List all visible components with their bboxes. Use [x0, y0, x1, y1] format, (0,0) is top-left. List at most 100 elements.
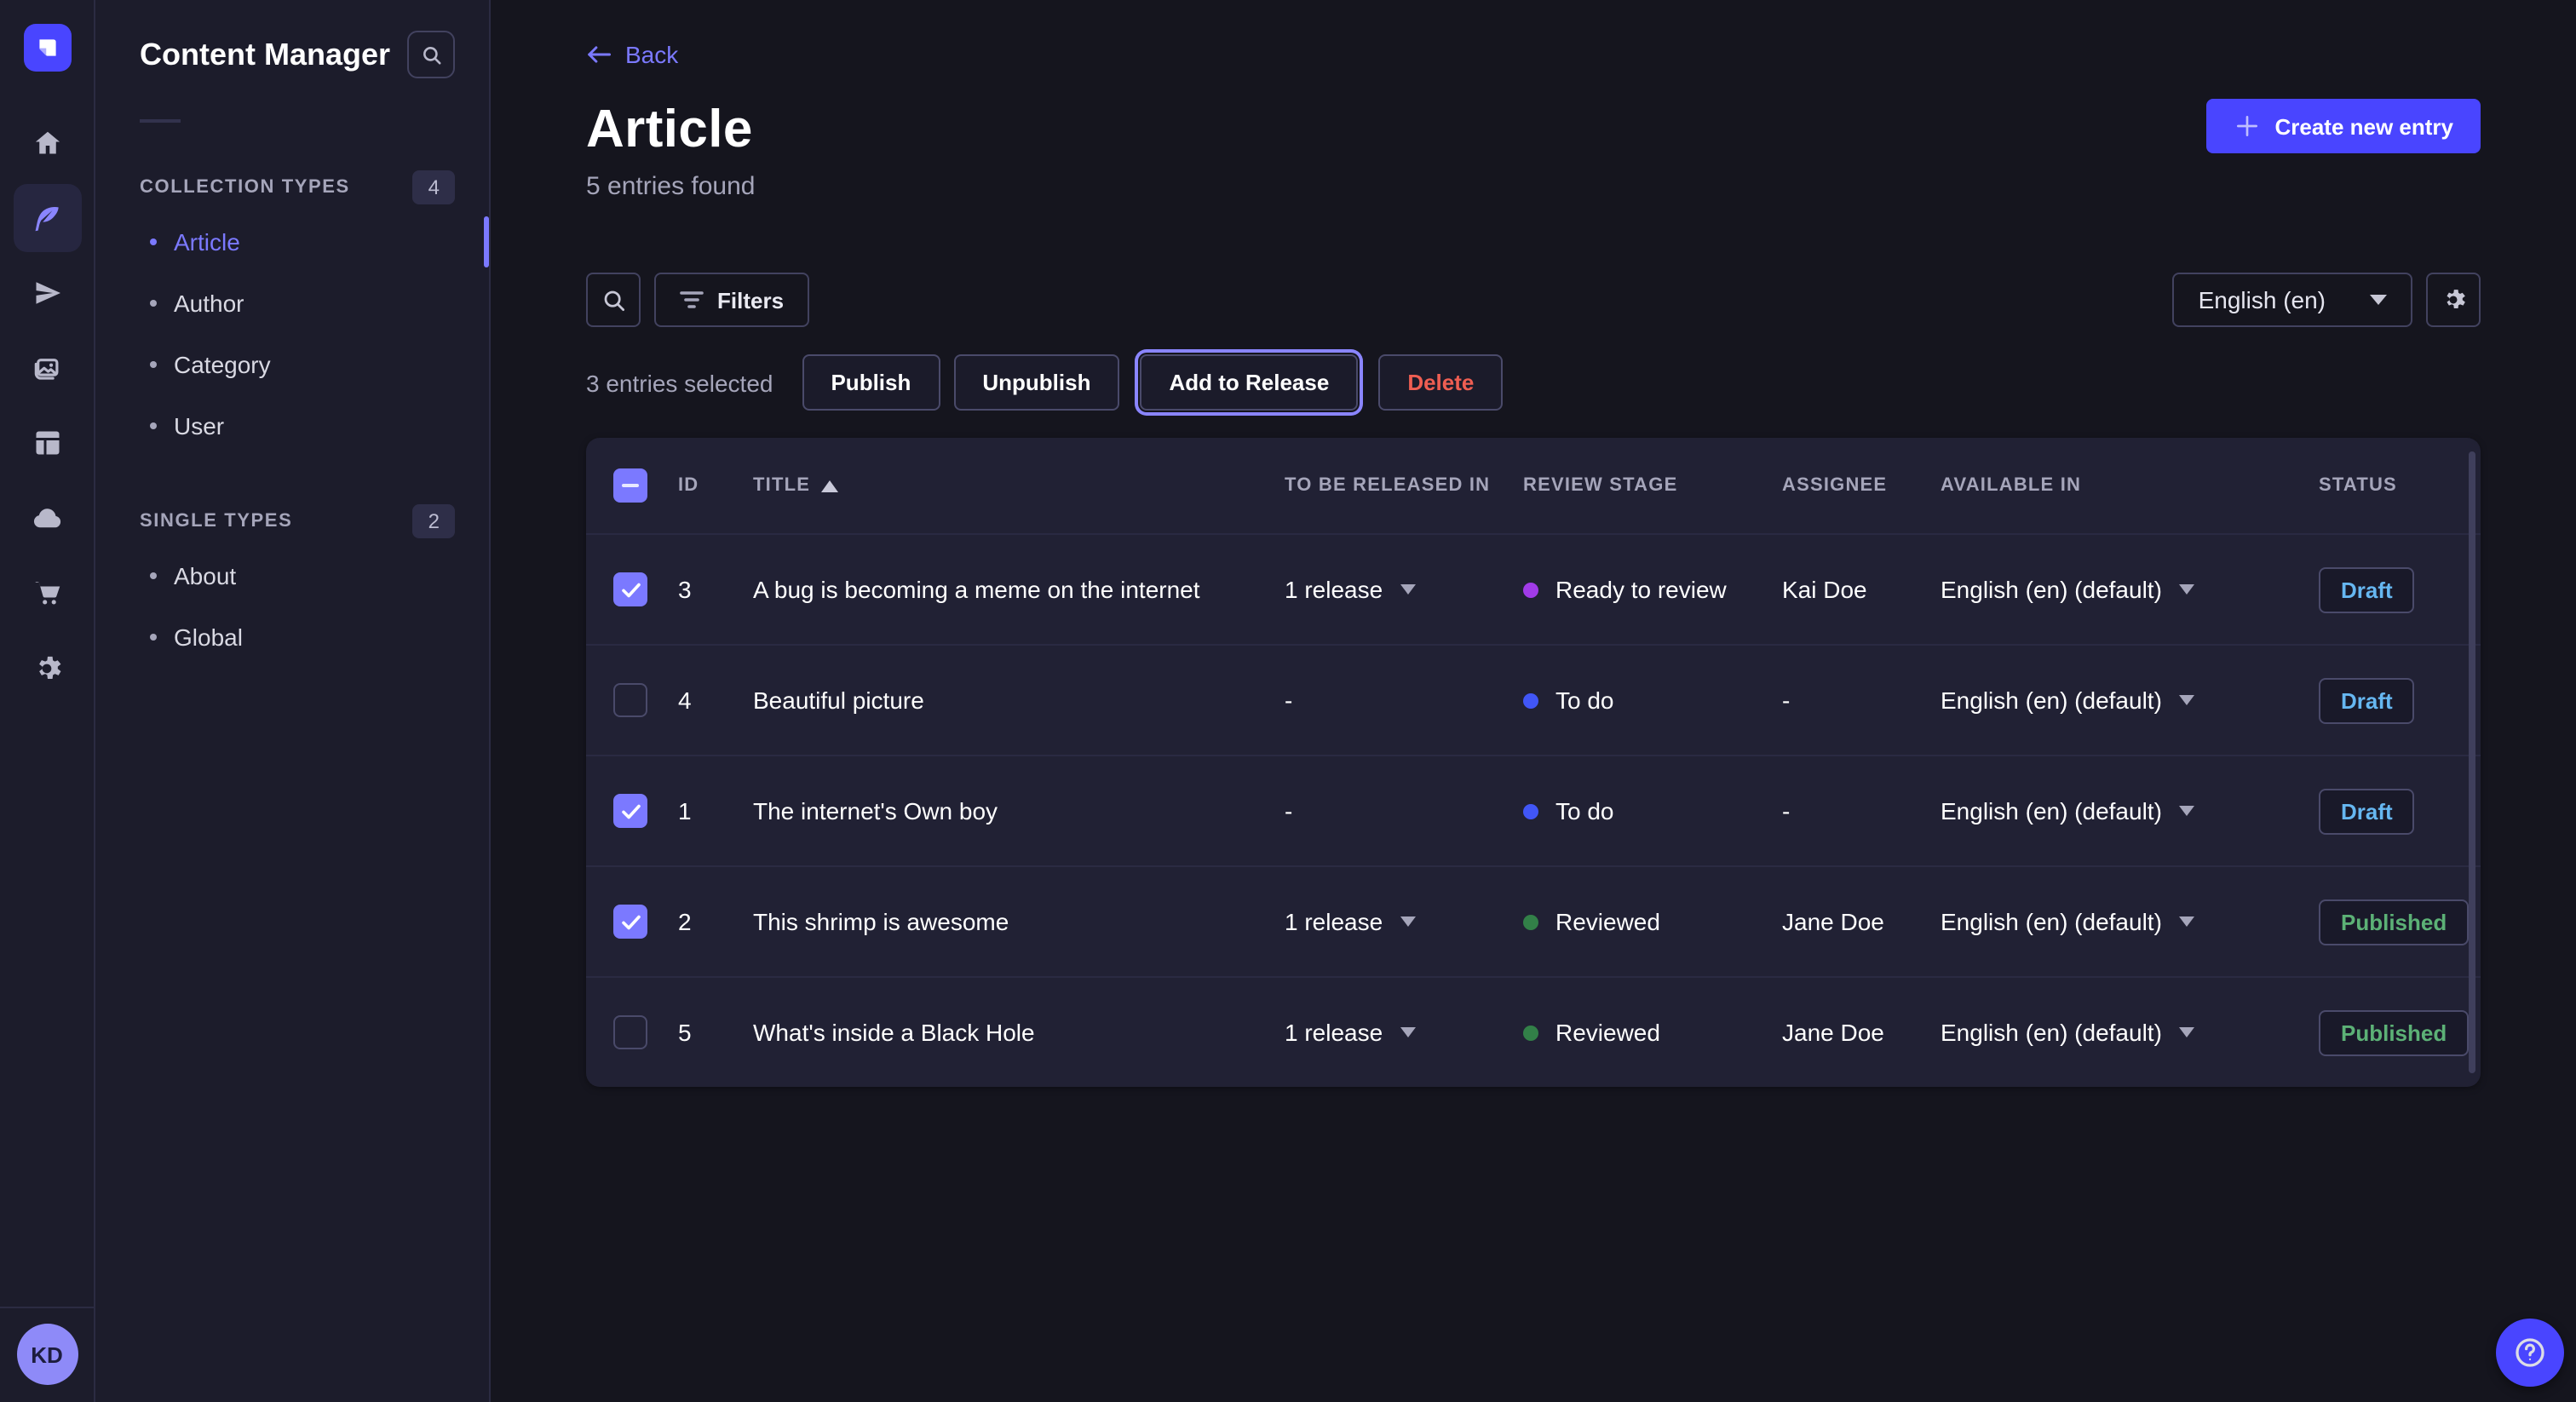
cell-available-in[interactable]: English (en) (default): [1941, 797, 2319, 825]
settings-gear-icon[interactable]: [13, 634, 81, 702]
toolbar: Filters English (en): [586, 273, 2481, 327]
strapi-logo[interactable]: [23, 24, 71, 72]
cell-assignee: Jane Doe: [1782, 1019, 1941, 1046]
gear-icon: [2440, 286, 2467, 313]
rail-divider: [0, 1307, 94, 1308]
content-manager-feather-icon[interactable]: [13, 184, 81, 252]
cell-available-in[interactable]: English (en) (default): [1941, 1019, 2319, 1046]
cell-release[interactable]: 1 release: [1285, 576, 1523, 603]
row-checkbox[interactable]: [613, 794, 647, 828]
add-to-release-button[interactable]: Add to Release: [1140, 354, 1358, 411]
cell-title: Beautiful picture: [753, 687, 1285, 714]
table-row[interactable]: 3 A bug is becoming a meme on the intern…: [586, 533, 2481, 644]
search-icon: [601, 287, 626, 313]
sidebar-title: Content Manager: [140, 37, 390, 72]
row-checkbox[interactable]: [613, 1015, 647, 1049]
delete-button[interactable]: Delete: [1378, 354, 1503, 411]
sidebar-item-author[interactable]: Author: [95, 273, 489, 334]
sidebar-item-label: Author: [174, 290, 244, 317]
selected-count-text: 3 entries selected: [586, 369, 773, 396]
content-manager-sidebar: Content Manager COLLECTION TYPES 4 Artic…: [95, 0, 491, 1402]
cell-review-stage: To do: [1523, 687, 1782, 714]
table-row[interactable]: 4 Beautiful picture - To do - English (e…: [586, 644, 2481, 755]
row-checkbox[interactable]: [613, 572, 647, 606]
sidebar-item-user[interactable]: User: [95, 395, 489, 457]
back-link[interactable]: Back: [586, 41, 678, 68]
filters-button[interactable]: Filters: [654, 273, 809, 327]
cell-assignee: -: [1782, 687, 1941, 714]
unpublish-button[interactable]: Unpublish: [953, 354, 1119, 411]
cell-title: A bug is becoming a meme on the internet: [753, 576, 1285, 603]
entries-count: 5 entries found: [586, 172, 2481, 201]
create-new-entry-button[interactable]: Create new entry: [2206, 99, 2481, 153]
column-header-to-be-released-in: TO BE RELEASED IN: [1285, 475, 1523, 496]
media-library-images-icon[interactable]: [13, 334, 81, 402]
stage-dot-icon: [1523, 803, 1538, 819]
cell-review-stage: To do: [1523, 797, 1782, 825]
table-row[interactable]: 5 What's inside a Black Hole 1 release R…: [586, 976, 2481, 1087]
cell-available-in[interactable]: English (en) (default): [1941, 908, 2319, 935]
home-icon[interactable]: [13, 109, 81, 177]
chevron-down-icon: [2179, 1027, 2194, 1037]
help-button[interactable]: [2496, 1319, 2564, 1387]
selection-row: 3 entries selected Publish Unpublish Add…: [586, 354, 2481, 411]
sidebar-item-category[interactable]: Category: [95, 334, 489, 395]
page-title: Article: [586, 99, 2481, 160]
entries-table: ID TITLE TO BE RELEASED IN REVIEW STAGE …: [586, 438, 2481, 1087]
sidebar-item-article[interactable]: Article: [95, 211, 489, 273]
status-badge: Draft: [2319, 677, 2415, 723]
locale-select[interactable]: English (en): [2173, 273, 2412, 327]
row-checkbox[interactable]: [613, 683, 647, 717]
plus-icon: [2234, 112, 2261, 140]
column-header-review-stage: REVIEW STAGE: [1523, 475, 1782, 496]
section-count-badge: 2: [413, 504, 455, 538]
section-label: COLLECTION TYPES: [140, 177, 350, 198]
sidebar-search-button[interactable]: [407, 31, 455, 78]
main-content: Back Article 5 entries found Create new …: [491, 0, 2576, 1402]
column-header-available-in: AVAILABLE IN: [1941, 475, 2319, 496]
cell-available-in[interactable]: English (en) (default): [1941, 687, 2319, 714]
sidebar-item-label: Global: [174, 623, 243, 651]
cell-id: 5: [678, 1019, 753, 1046]
chevron-down-icon: [2179, 584, 2194, 595]
stage-dot-icon: [1523, 914, 1538, 929]
cell-available-in[interactable]: English (en) (default): [1941, 576, 2319, 603]
view-settings-button[interactable]: [2426, 273, 2481, 327]
releases-paper-plane-icon[interactable]: [13, 259, 81, 327]
sidebar-item-label: About: [174, 562, 236, 589]
sidebar-item-global[interactable]: Global: [95, 606, 489, 668]
select-all-checkbox[interactable]: [613, 468, 647, 503]
content-type-builder-layout-icon[interactable]: [13, 409, 81, 477]
bullet-icon: [150, 634, 157, 641]
table-scrollbar[interactable]: [2469, 451, 2475, 1073]
table-row[interactable]: 2 This shrimp is awesome 1 release Revie…: [586, 865, 2481, 976]
column-header-assignee: ASSIGNEE: [1782, 475, 1941, 496]
collection-types-section: COLLECTION TYPES 4 Article Author Catego…: [95, 164, 489, 457]
deploy-cloud-icon[interactable]: [13, 484, 81, 552]
chevron-down-icon: [1400, 1027, 1415, 1037]
question-circle-icon: [2511, 1334, 2549, 1371]
publish-button[interactable]: Publish: [802, 354, 940, 411]
column-header-title[interactable]: TITLE: [753, 475, 1285, 496]
sidebar-item-about[interactable]: About: [95, 545, 489, 606]
column-header-status: STATUS: [2319, 475, 2481, 496]
chevron-down-icon: [2179, 695, 2194, 705]
column-header-id[interactable]: ID: [678, 475, 753, 496]
cell-release[interactable]: 1 release: [1285, 1019, 1523, 1046]
cell-review-stage: Reviewed: [1523, 1019, 1782, 1046]
chevron-down-icon: [2370, 295, 2387, 305]
bullet-icon: [150, 361, 157, 368]
row-checkbox[interactable]: [613, 905, 647, 939]
marketplace-cart-icon[interactable]: [13, 559, 81, 627]
cell-title: The internet's Own boy: [753, 797, 1285, 825]
search-button[interactable]: [586, 273, 641, 327]
table-row[interactable]: 1 The internet's Own boy - To do - Engli…: [586, 755, 2481, 865]
user-avatar[interactable]: KD: [16, 1324, 78, 1385]
rail-bottom: KD: [0, 1307, 94, 1402]
chevron-down-icon: [1400, 584, 1415, 595]
bullet-icon: [150, 422, 157, 429]
bullet-icon: [150, 572, 157, 579]
cell-release: -: [1285, 797, 1523, 825]
cell-release[interactable]: 1 release: [1285, 908, 1523, 935]
sidebar-item-label: Article: [174, 228, 240, 256]
